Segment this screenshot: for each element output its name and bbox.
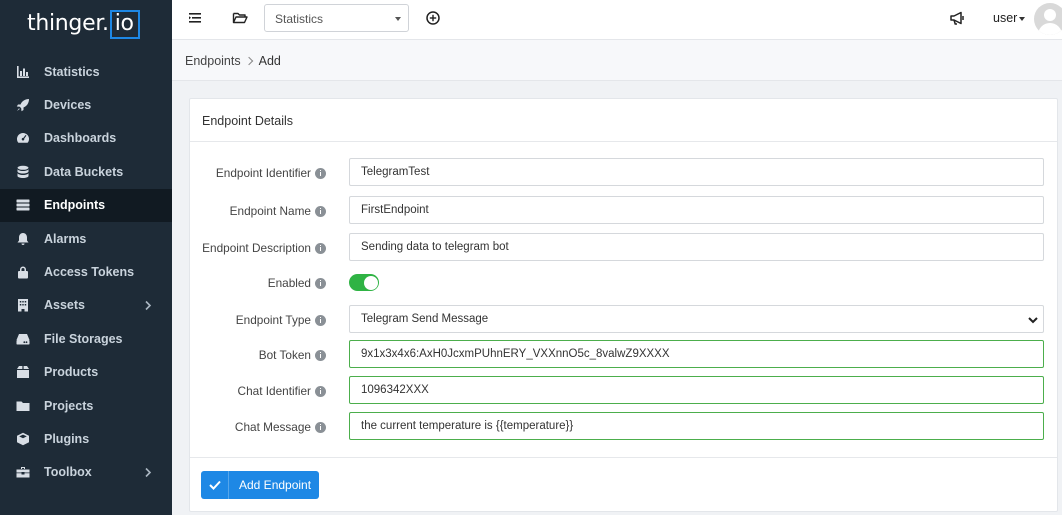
bot-token-label: Bot Token	[259, 348, 326, 362]
server-icon	[16, 198, 30, 212]
breadcrumb-parent[interactable]: Endpoints	[185, 54, 241, 68]
sidebar-item-plugins[interactable]: Plugins	[0, 422, 172, 455]
sidebar-item-dashboards[interactable]: Dashboards	[0, 122, 172, 155]
chevron-down-icon	[1028, 315, 1038, 324]
chevron-right-icon	[244, 56, 253, 66]
info-icon[interactable]	[315, 385, 326, 397]
form-row-chat-identifier: Chat Identifier 1096342XXX	[190, 376, 1059, 406]
endpoint-type-select[interactable]: Telegram Send Message	[349, 305, 1044, 333]
avatar[interactable]	[1034, 3, 1062, 35]
bot-token-input[interactable]: 9x1x3x4x6:AxH0JcxmPUhnERY_VXXnnO5c_8valw…	[349, 340, 1044, 368]
sidebar-toggle-icon[interactable]	[188, 10, 204, 26]
chevron-right-icon	[144, 467, 152, 478]
sidebar-item-devices[interactable]: Devices	[0, 88, 172, 121]
lock-icon	[16, 265, 30, 279]
chat-message-label: Chat Message	[235, 420, 326, 434]
form-row-endpoint-name: Endpoint Name FirstEndpoint	[190, 196, 1059, 226]
endpoint-description-label: Endpoint Description	[202, 241, 326, 255]
endpoint-name-label: Endpoint Name	[230, 204, 326, 218]
info-icon[interactable]	[315, 314, 326, 326]
sidebar-item-label: Toolbox	[44, 465, 92, 480]
breadcrumb-current: Add	[258, 54, 281, 68]
sidebar-item-statistics[interactable]: Statistics	[0, 55, 172, 88]
box-icon	[16, 365, 30, 379]
sidebar-item-assets[interactable]: Assets	[0, 289, 172, 322]
add-endpoint-button[interactable]: Add Endpoint	[201, 471, 319, 499]
megaphone-icon[interactable]	[949, 10, 965, 26]
endpoint-identifier-label: Endpoint Identifier	[216, 166, 326, 180]
caret-down-icon	[1019, 16, 1026, 21]
endpoint-details-card: Endpoint Details Add Endpoint Endpoint I…	[189, 98, 1058, 512]
database-icon	[16, 165, 30, 179]
add-circle-icon[interactable]	[425, 10, 441, 26]
chart-icon	[16, 65, 30, 79]
form-row-endpoint-description: Endpoint Description Sending data to tele…	[190, 233, 1059, 263]
sidebar-item-label: Statistics	[44, 64, 100, 79]
folder-open-icon[interactable]	[232, 10, 248, 26]
chat-identifier-label: Chat Identifier	[238, 384, 326, 398]
form-row-endpoint-identifier: Endpoint Identifier TelegramTest	[190, 158, 1059, 188]
sidebar-item-products[interactable]: Products	[0, 356, 172, 389]
rocket-icon	[16, 98, 30, 112]
bell-icon	[16, 232, 30, 246]
sidebar-item-label: Products	[44, 365, 99, 380]
sidebar-nav: Statistics Devices Dashboards Data Buckets E…	[0, 55, 172, 489]
gauge-icon	[16, 131, 30, 145]
sidebar-item-label: Access Tokens	[44, 265, 135, 280]
sidebar-item-label: Assets	[44, 298, 85, 313]
sidebar: thinger. io Statistics Devices Dashboards Da…	[0, 0, 172, 515]
form-row-bot-token: Bot Token 9x1x3x4x6:AxH0JcxmPUhnERY_VXXnn…	[190, 340, 1059, 370]
divider	[190, 457, 1057, 458]
caret-down-icon	[395, 17, 401, 21]
sidebar-item-access-tokens[interactable]: Access Tokens	[0, 255, 172, 288]
form-row-enabled: Enabled	[190, 274, 1059, 304]
hdd-icon	[16, 332, 30, 346]
sidebar-item-label: Alarms	[44, 231, 87, 246]
building-icon	[16, 298, 30, 312]
topbar: Statistics user	[172, 0, 1062, 40]
chat-identifier-input[interactable]: 1096342XXX	[349, 376, 1044, 404]
sidebar-item-label: Endpoints	[44, 198, 106, 213]
sidebar-item-toolbox[interactable]: Toolbox	[0, 456, 172, 489]
info-icon[interactable]	[315, 205, 326, 217]
info-icon[interactable]	[315, 277, 326, 289]
sidebar-item-endpoints[interactable]: Endpoints	[0, 188, 172, 222]
info-icon[interactable]	[315, 349, 326, 361]
form-row-chat-message: Chat Message the current temperature is {…	[190, 412, 1059, 442]
project-select[interactable]: Statistics	[264, 4, 409, 32]
check-icon	[201, 471, 229, 499]
endpoint-name-input[interactable]: FirstEndpoint	[349, 196, 1044, 224]
info-icon[interactable]	[315, 242, 326, 254]
endpoint-type-label: Endpoint Type	[236, 313, 326, 327]
sidebar-item-data-buckets[interactable]: Data Buckets	[0, 155, 172, 188]
toolbox-icon	[16, 465, 30, 479]
sidebar-item-label: Dashboards	[44, 131, 117, 146]
sidebar-item-projects[interactable]: Projects	[0, 389, 172, 422]
brand-logo[interactable]: thinger. io	[0, 0, 172, 48]
sidebar-item-label: Plugins	[44, 431, 90, 446]
enabled-label: Enabled	[268, 276, 326, 290]
sidebar-item-file-storages[interactable]: File Storages	[0, 322, 172, 355]
folder-icon	[16, 399, 30, 413]
endpoint-description-input[interactable]: Sending data to telegram bot	[349, 233, 1044, 261]
sidebar-item-label: Projects	[44, 398, 94, 413]
sidebar-item-alarms[interactable]: Alarms	[0, 222, 172, 255]
user-menu[interactable]: user	[993, 11, 1026, 25]
cube-icon	[16, 432, 30, 446]
chat-message-input[interactable]: the current temperature is {{temperature…	[349, 412, 1044, 440]
info-icon[interactable]	[315, 167, 326, 179]
sidebar-item-label: File Storages	[44, 331, 123, 346]
endpoint-identifier-input[interactable]: TelegramTest	[349, 158, 1044, 186]
card-title: Endpoint Details	[190, 99, 1057, 142]
breadcrumb: Endpoints Add	[172, 40, 1062, 81]
info-icon[interactable]	[315, 421, 326, 433]
form-row-endpoint-type: Endpoint Type Telegram Send Message	[190, 305, 1059, 335]
sidebar-item-label: Data Buckets	[44, 164, 124, 179]
toggle-knob	[363, 275, 378, 290]
chevron-right-icon	[144, 300, 152, 311]
enabled-toggle[interactable]	[349, 274, 379, 291]
sidebar-item-label: Devices	[44, 98, 92, 113]
